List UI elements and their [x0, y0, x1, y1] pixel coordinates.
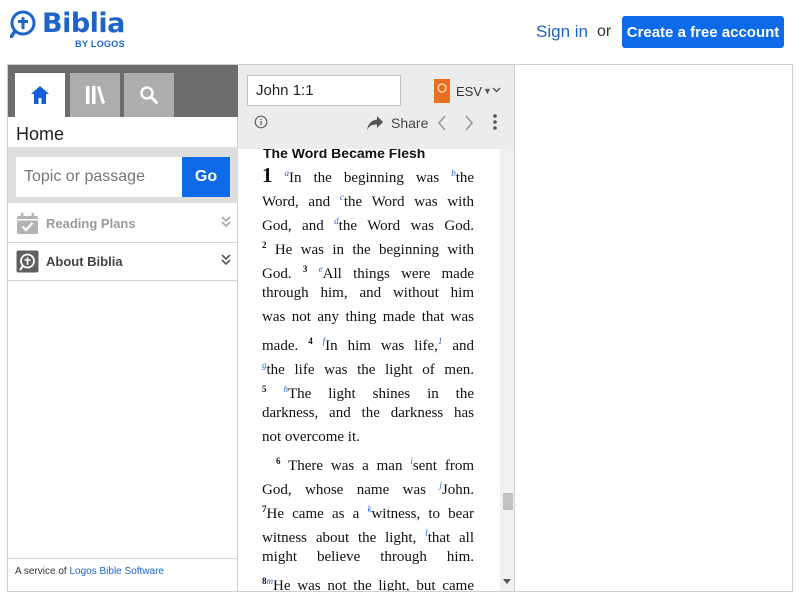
text-line: 1 aIn the beginning was bthe: [262, 163, 475, 187]
logos-software-link[interactable]: Logos Bible Software: [69, 566, 164, 577]
service-prefix: A service of: [15, 566, 67, 577]
text-line: Word, and cthe Word was with: [262, 192, 474, 210]
or-text: or: [597, 23, 612, 40]
chevron-left-icon[interactable]: [437, 115, 447, 131]
biblia-logo-icon: [10, 10, 36, 38]
go-button[interactable]: Go: [182, 157, 230, 197]
biblia-logo[interactable]: Biblia BY LOGOS: [10, 10, 125, 49]
version-selector[interactable]: ESV ▼: [434, 79, 492, 103]
home-icon: [31, 86, 49, 104]
topic-search-input[interactable]: [16, 157, 182, 197]
share-icon: [367, 116, 383, 130]
biblia-icon: [16, 250, 39, 273]
text-line: 2 He was in the beginning with: [262, 240, 474, 258]
more-vertical-icon[interactable]: [492, 113, 498, 131]
text-line: God, whose name was jJohn.: [262, 480, 474, 498]
text-line: 6 There was a man isent from: [276, 456, 474, 474]
text-line: darkness, and the darkness has: [262, 405, 474, 421]
bible-reader-panel: ESV ▼ Share: [238, 65, 515, 591]
logo-title: Biblia: [42, 8, 125, 39]
create-account-button[interactable]: Create a free account: [622, 16, 784, 48]
sign-in-link[interactable]: Sign in: [536, 22, 588, 42]
chevron-double-down-icon: [221, 216, 231, 228]
empty-panel: [515, 65, 792, 591]
left-panel: Home Go Reading Plans: [8, 65, 238, 591]
caret-down-icon: ▼: [483, 86, 492, 96]
text-line: gthe life was the light of men.: [262, 360, 474, 378]
version-label: ESV: [456, 83, 483, 99]
home-heading: Home: [16, 124, 65, 144]
bible-text: The Word Became Flesh 1 aIn the beginnin…: [238, 149, 500, 591]
tab-search[interactable]: [124, 73, 174, 117]
text-line: through him, and without him: [262, 285, 474, 301]
share-label: Share: [391, 115, 429, 131]
search-icon: [140, 86, 158, 104]
logo-subtitle: BY LOGOS: [75, 39, 125, 49]
text-line: witness about the light, lthat all: [262, 528, 474, 546]
chevron-down-icon[interactable]: [492, 87, 501, 93]
tab-library[interactable]: [70, 73, 120, 117]
service-footer: A service of Logos Bible Software: [15, 566, 164, 577]
text-line: God. 3 eAll things were made: [262, 264, 475, 282]
chapter-number: 1: [262, 163, 273, 187]
text-line: 7He came as a kwitness, to bear: [262, 504, 474, 522]
verse-number: 4: [308, 336, 313, 346]
about-biblia-label: About Biblia: [46, 254, 123, 269]
reading-plans-item[interactable]: Reading Plans: [8, 205, 238, 243]
search-area: Go: [8, 147, 238, 203]
panel-tab-bar: [8, 65, 238, 117]
site-header: Biblia BY LOGOS Sign in or Create a free…: [0, 0, 800, 64]
library-icon: [86, 86, 105, 104]
chevron-double-down-icon: [221, 254, 231, 266]
reading-plans-label: Reading Plans: [46, 216, 136, 231]
calendar-check-icon: [17, 213, 38, 234]
tab-home[interactable]: [15, 73, 65, 117]
app-frame: Home Go Reading Plans: [7, 64, 793, 592]
passage-reference-input[interactable]: [247, 75, 401, 106]
chevron-right-icon[interactable]: [464, 115, 474, 131]
text-line: 5 hThe light shines in the: [262, 384, 474, 402]
share-button[interactable]: Share: [366, 114, 428, 132]
text-line: was not any thing made that was: [262, 309, 474, 325]
info-icon[interactable]: [254, 115, 268, 129]
text-line: 8mHe was not the light, but came: [262, 576, 474, 591]
text-line: not overcome it.: [262, 429, 360, 445]
scroll-down-arrow-icon[interactable]: [503, 579, 511, 585]
verse-number: 5: [262, 384, 267, 394]
text-line: made. 4 fIn him was life,1 and: [262, 336, 474, 354]
about-biblia-item[interactable]: About Biblia: [8, 243, 238, 281]
verse-number: 3: [302, 264, 308, 274]
text-line: might believe through him.: [262, 549, 474, 565]
scroll-thumb[interactable]: [503, 493, 513, 510]
text-line: God, and dthe Word was God.: [262, 216, 474, 234]
esv-book-icon: [434, 79, 450, 103]
footer-divider: [8, 558, 238, 559]
text-scrollbar[interactable]: [500, 149, 514, 591]
reader-toolbar: ESV ▼ Share: [238, 65, 514, 149]
